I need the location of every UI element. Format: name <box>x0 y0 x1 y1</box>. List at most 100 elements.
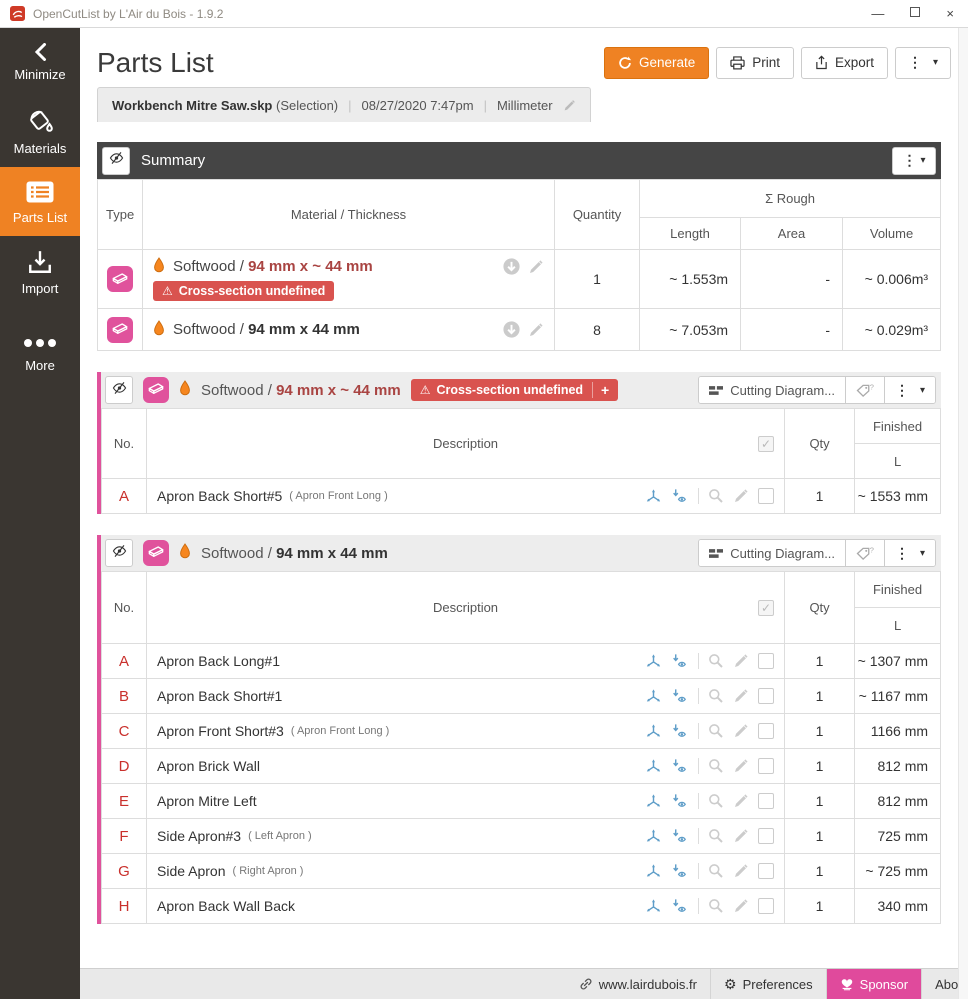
cutting-diagram-button[interactable]: Cutting Diagram... <box>699 377 846 403</box>
edit-part-icon[interactable] <box>733 758 749 774</box>
footer-sponsor-button[interactable]: Sponsor <box>825 969 922 999</box>
print-button[interactable]: Print <box>716 46 794 79</box>
highlight-part-icon[interactable] <box>671 653 689 669</box>
group-menu-button[interactable]: ⋮ ▾ <box>884 540 936 566</box>
part-letter: D <box>101 748 147 784</box>
footer: www.lairdubois.fr ⚙ Preferences Sponsor … <box>80 968 968 999</box>
row-checkbox[interactable] <box>758 758 775 774</box>
edit-material-icon[interactable] <box>528 259 544 275</box>
select-all-checkbox[interactable]: ✓ <box>758 435 775 452</box>
highlight-part-icon[interactable] <box>671 898 689 914</box>
add-cross-section-button[interactable]: + <box>592 382 609 398</box>
group-button-group: Cutting Diagram... ? ⋮ ▾ <box>698 376 937 404</box>
row-checkbox[interactable] <box>758 653 775 669</box>
edit-part-icon[interactable] <box>733 863 749 879</box>
material-name: Softwood / <box>173 321 244 338</box>
zoom-part-icon[interactable] <box>708 688 724 704</box>
vertical-scrollbar[interactable] <box>958 28 968 999</box>
window-minimize-button[interactable]: — <box>871 7 884 20</box>
header-menu-button[interactable]: ⋮ ▾ <box>895 46 952 79</box>
labels-button[interactable]: ? <box>845 540 885 566</box>
summary-table: Type Material / Thickness Quantity Σ Rou… <box>97 179 942 351</box>
col-length-l: L <box>854 443 942 479</box>
zoom-part-icon[interactable] <box>708 488 724 504</box>
part-qty: 1 <box>784 478 856 514</box>
sidebar-item-import[interactable]: Import <box>0 236 80 307</box>
highlight-part-icon[interactable] <box>671 723 689 739</box>
highlight-part-icon[interactable] <box>671 488 689 504</box>
highlight-axes-icon[interactable] <box>645 723 662 739</box>
highlight-axes-icon[interactable] <box>645 688 662 704</box>
highlight-part-icon[interactable] <box>671 688 689 704</box>
highlight-part-icon[interactable] <box>671 828 689 844</box>
highlight-axes-icon[interactable] <box>645 653 662 669</box>
sidebar: Minimize Materials Parts List Import Mor… <box>0 28 80 999</box>
zoom-part-icon[interactable] <box>708 898 724 914</box>
cutting-diagram-button[interactable]: Cutting Diagram... <box>699 540 846 566</box>
material-group: Softwood / 94 mm x 44 mm Cutting Diagram… <box>97 535 942 924</box>
part-subname: ( Right Apron ) <box>232 865 304 877</box>
edit-part-icon[interactable] <box>733 688 749 704</box>
part-name: Side Apron#3 <box>157 828 242 844</box>
part-name: Apron Back Long#1 <box>157 653 280 669</box>
sidebar-item-parts-list[interactable]: Parts List <box>0 167 80 236</box>
highlight-axes-icon[interactable] <box>645 863 662 879</box>
warning-icon: ⚠ <box>419 383 431 397</box>
highlight-axes-icon[interactable] <box>645 793 662 809</box>
collapse-circle-icon[interactable] <box>503 321 520 338</box>
edit-part-icon[interactable] <box>733 653 749 669</box>
highlight-part-icon[interactable] <box>671 793 689 809</box>
row-checkbox[interactable] <box>758 793 775 809</box>
group-visibility-button[interactable] <box>105 539 133 567</box>
zoom-part-icon[interactable] <box>708 653 724 669</box>
edit-material-icon[interactable] <box>528 322 544 338</box>
generate-button[interactable]: Generate <box>603 46 710 79</box>
highlight-axes-icon[interactable] <box>645 828 662 844</box>
highlight-axes-icon[interactable] <box>645 488 662 504</box>
row-checkbox[interactable] <box>758 898 775 914</box>
part-letter: C <box>101 713 147 749</box>
import-icon <box>29 251 51 273</box>
select-all-checkbox[interactable]: ✓ <box>758 599 775 616</box>
collapse-circle-icon[interactable] <box>503 258 520 275</box>
export-button[interactable]: Export <box>801 46 889 79</box>
highlight-part-icon[interactable] <box>671 863 689 879</box>
summary-visibility-button[interactable] <box>102 146 130 175</box>
edit-part-icon[interactable] <box>733 828 749 844</box>
edit-part-icon[interactable] <box>733 488 749 504</box>
edit-part-icon[interactable] <box>733 793 749 809</box>
row-checkbox[interactable] <box>758 828 775 844</box>
window-close-button[interactable]: × <box>946 7 954 20</box>
row-checkbox[interactable] <box>758 488 775 504</box>
row-checkbox[interactable] <box>758 863 775 879</box>
cutting-diagram-icon <box>709 385 724 395</box>
part-qty: 1 <box>784 643 856 679</box>
edit-part-icon[interactable] <box>733 723 749 739</box>
zoom-part-icon[interactable] <box>708 758 724 774</box>
labels-button[interactable]: ? <box>845 377 885 403</box>
footer-preferences-button[interactable]: ⚙ Preferences <box>710 969 826 999</box>
zoom-part-icon[interactable] <box>708 723 724 739</box>
zoom-part-icon[interactable] <box>708 793 724 809</box>
highlight-part-icon[interactable] <box>671 758 689 774</box>
part-subname: ( Left Apron ) <box>248 830 312 842</box>
zoom-part-icon[interactable] <box>708 863 724 879</box>
file-tab[interactable]: Workbench Mitre Saw.skp (Selection) | 08… <box>97 87 591 122</box>
sidebar-item-more[interactable]: More <box>0 321 80 384</box>
group-menu-button[interactable]: ⋮ ▾ <box>884 377 936 403</box>
zoom-part-icon[interactable] <box>708 828 724 844</box>
summary-menu-button[interactable]: ⋮ ▾ <box>892 146 937 175</box>
row-checkbox[interactable] <box>758 688 775 704</box>
sidebar-item-minimize[interactable]: Minimize <box>0 28 80 94</box>
row-checkbox[interactable] <box>758 723 775 739</box>
sidebar-item-materials[interactable]: Materials <box>0 94 80 167</box>
footer-website-link[interactable]: www.lairdubois.fr <box>566 969 710 999</box>
summary-quantity: 8 <box>554 308 641 351</box>
edit-settings-icon[interactable] <box>563 99 576 112</box>
group-visibility-button[interactable] <box>105 376 133 404</box>
edit-part-icon[interactable] <box>733 898 749 914</box>
highlight-axes-icon[interactable] <box>645 898 662 914</box>
highlight-axes-icon[interactable] <box>645 758 662 774</box>
part-qty: 1 <box>784 713 856 749</box>
window-maximize-button[interactable] <box>910 7 921 17</box>
